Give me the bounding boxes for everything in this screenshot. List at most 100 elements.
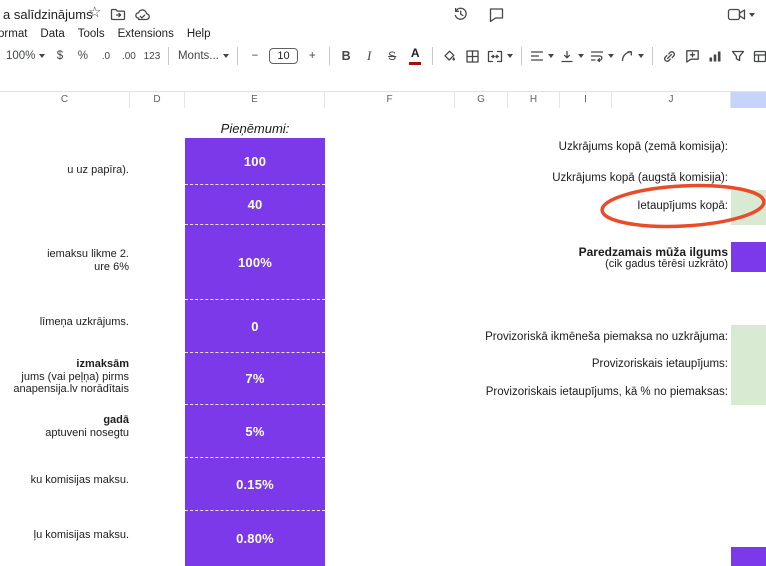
cell-provizoriskais-ietaupijums-value[interactable]: [731, 351, 766, 378]
borders-button[interactable]: [464, 45, 481, 67]
cell-muza-ilgums-value[interactable]: [731, 242, 766, 272]
link-icon: [663, 50, 675, 62]
toolbar-divider: [520, 47, 522, 65]
assumption-cell[interactable]: 7%: [185, 353, 325, 405]
column-header-i[interactable]: I: [560, 92, 612, 108]
assumption-cell[interactable]: 5%: [185, 405, 325, 458]
label-ietaupijums-kopa[interactable]: Ietaupījums kopā:: [320, 200, 728, 212]
text-color-button[interactable]: A: [407, 45, 424, 67]
font-family-value: Monts...: [177, 50, 219, 62]
percent-format-button[interactable]: %: [74, 45, 91, 67]
meet-camera-button[interactable]: [727, 8, 755, 21]
label-uzkrajums-augsta[interactable]: Uzkrājums kopā (augstā komisija):: [320, 172, 728, 184]
zoom-button[interactable]: 100%: [6, 45, 46, 67]
left-label[interactable]: ku komisijas maksu.: [0, 474, 129, 486]
font-size-input[interactable]: 10: [269, 48, 298, 64]
toolbar: 100% $ % .0 .00 123 Monts... − 10 + B I …: [6, 42, 766, 70]
horizontal-align-button[interactable]: [530, 45, 554, 67]
merge-cells-button[interactable]: [487, 45, 513, 67]
chevron-down-icon: [637, 54, 644, 58]
text-wrap-icon: [590, 51, 603, 62]
decrease-font-size-button[interactable]: −: [246, 45, 263, 67]
insert-comment-button[interactable]: [684, 45, 701, 67]
left-label[interactable]: anapensija.lv norādītais: [0, 383, 129, 395]
label-ietaupijums-procenti[interactable]: Provizoriskais ietaupījums, kā % no piem…: [320, 386, 728, 398]
text-wrap-button[interactable]: [590, 45, 614, 67]
left-label[interactable]: u uz papīra).: [0, 164, 129, 176]
left-label[interactable]: jums (vai peļņa) pirms: [0, 371, 129, 383]
column-header-selected[interactable]: [731, 92, 766, 108]
version-history-icon[interactable]: [452, 6, 469, 24]
label-ikmenesa-piemaksa[interactable]: Provizoriskā ikmēneša piemaksa no uzkrāj…: [320, 331, 728, 343]
column-header-j[interactable]: J: [612, 92, 731, 108]
menu-help[interactable]: Help: [187, 28, 211, 40]
toolbar-divider: [651, 47, 653, 65]
comment-bubble-glyph: [489, 8, 504, 23]
merge-cells-icon: [487, 50, 502, 62]
left-label[interactable]: ure 6%: [0, 261, 129, 273]
label-muza-ilgums-sub[interactable]: (cik gadus tērēsi uzkrāto): [320, 258, 728, 270]
menu-data[interactable]: Data: [40, 28, 64, 40]
fill-color-button[interactable]: [441, 45, 458, 67]
assumption-cell[interactable]: 0.80%: [185, 511, 325, 566]
column-header-e[interactable]: E: [185, 92, 325, 108]
italic-button[interactable]: I: [361, 45, 378, 67]
menu-extensions[interactable]: Extensions: [118, 28, 174, 40]
create-filter-button[interactable]: [730, 45, 747, 67]
column-header-f[interactable]: F: [325, 92, 455, 108]
left-label[interactable]: līmeņa uzkrājums.: [0, 316, 129, 328]
column-header-c[interactable]: C: [0, 92, 130, 108]
increase-decimals-button[interactable]: .00: [120, 45, 137, 67]
assumption-cell[interactable]: 100: [185, 138, 325, 185]
font-family-button[interactable]: Monts...: [177, 45, 229, 67]
decrease-decimals-button[interactable]: .0: [97, 45, 114, 67]
assumption-cell[interactable]: 0.15%: [185, 458, 325, 511]
menu-bar: Format Data Tools Extensions Help: [0, 26, 430, 42]
insert-chart-button[interactable]: [707, 45, 724, 67]
column-header-h[interactable]: H: [508, 92, 560, 108]
left-label[interactable]: aptuveni nosegtu: [0, 427, 129, 439]
label-uzkrajums-zema[interactable]: Uzkrājums kopā (zemā komisija):: [320, 141, 728, 153]
paint-bucket-icon: [444, 50, 455, 61]
currency-format-button[interactable]: $: [51, 45, 68, 67]
label-muza-ilgums[interactable]: Paredzamais mūža ilgums: [320, 245, 728, 259]
assumption-cell[interactable]: 40: [185, 185, 325, 225]
cell-purple-bottom[interactable]: [731, 547, 766, 566]
chevron-down-icon: [749, 12, 755, 17]
folder-move-glyph: [110, 8, 126, 21]
video-camera-icon: [727, 8, 746, 21]
chevron-down-icon: [222, 54, 229, 58]
document-title[interactable]: a salīdzinājums: [3, 7, 93, 22]
column-header-d[interactable]: D: [130, 92, 185, 108]
assumptions-title-cell[interactable]: Pieņēmumi:: [185, 121, 325, 136]
move-folder-icon[interactable]: [110, 8, 126, 23]
cell-ikmenesa-piemaksa-value[interactable]: [731, 325, 766, 351]
comments-icon[interactable]: [488, 7, 505, 24]
cell-ietaupijums-procenti-value[interactable]: [731, 378, 766, 405]
assumption-cell[interactable]: 0: [185, 300, 325, 353]
label-provizoriskais-ietaupijums[interactable]: Provizoriskais ietaupījums:: [320, 358, 728, 370]
left-label[interactable]: izmaksām: [0, 358, 129, 370]
table-views-button[interactable]: [753, 45, 766, 67]
minus-icon: −: [251, 50, 259, 62]
assumption-cell[interactable]: 100%: [185, 225, 325, 300]
left-label[interactable]: ļu komisijas maksu.: [0, 529, 129, 541]
star-icon[interactable]: ☆: [88, 5, 101, 20]
cell-ietaupijums-kopa-value[interactable]: [731, 190, 766, 225]
left-label[interactable]: iemaksu likme 2.: [0, 248, 129, 260]
left-label[interactable]: gadā: [0, 414, 129, 426]
strikethrough-button[interactable]: S: [384, 45, 401, 67]
column-header-g[interactable]: G: [455, 92, 508, 108]
menu-tools[interactable]: Tools: [78, 28, 105, 40]
toolbar-divider: [168, 47, 170, 65]
menu-format[interactable]: Format: [0, 28, 27, 40]
plus-icon: +: [308, 50, 316, 62]
increase-font-size-button[interactable]: +: [304, 45, 321, 67]
vertical-align-button[interactable]: [560, 45, 584, 67]
insert-link-button[interactable]: [661, 45, 678, 67]
spreadsheet-grid: Pieņēmumi: 100 40 100% 0 7% 5% 0.15% 0.8…: [0, 108, 766, 566]
increase-decimals-icon: .00: [121, 50, 136, 62]
number-format-button[interactable]: 123: [143, 45, 161, 67]
bold-button[interactable]: B: [338, 45, 355, 67]
text-rotation-button[interactable]: [620, 45, 644, 67]
